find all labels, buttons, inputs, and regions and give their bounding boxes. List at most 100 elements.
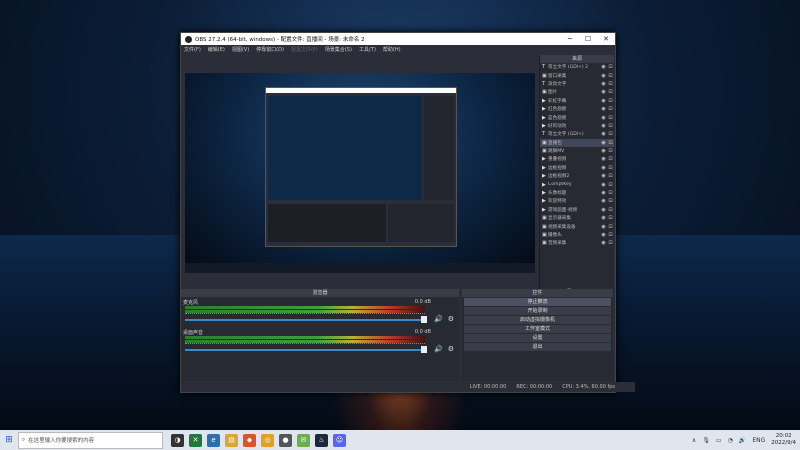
stop-streaming-button[interactable]: 停止推流 <box>464 298 611 306</box>
menu-file[interactable]: 文件(F) <box>184 46 201 53</box>
eye-icon[interactable]: ◉ <box>600 148 607 154</box>
eye-icon[interactable]: ◉ <box>600 190 607 196</box>
source-item[interactable]: ▣ 摄像头 ◉ ⊡ <box>540 231 614 239</box>
title-bar[interactable]: OBS 27.2.4 (64-bit, windows) - 配置文件: 直播间… <box>181 33 615 45</box>
windows-start-icon[interactable]: ⊞ <box>0 435 18 445</box>
lock-icon[interactable]: ⊡ <box>607 215 614 221</box>
eye-icon[interactable]: ◉ <box>600 64 607 70</box>
source-item[interactable]: ▶ 重叠视频 ◉ ⊡ <box>540 155 614 163</box>
maximize-button[interactable]: ☐ <box>579 35 597 43</box>
eye-icon[interactable]: ◉ <box>600 165 607 171</box>
source-item[interactable]: T 滚动文字 ◉ ⊡ <box>540 80 614 88</box>
steam-icon[interactable]: ♨ <box>315 433 328 447</box>
lock-icon[interactable]: ⊡ <box>607 165 614 171</box>
close-button[interactable]: ✕ <box>597 35 615 43</box>
menu-help[interactable]: 帮助(H) <box>383 46 401 53</box>
source-item[interactable]: ▣ 图片 ◉ ⊡ <box>540 88 614 96</box>
lock-icon[interactable]: ⊡ <box>607 81 614 87</box>
volume-slider-handle[interactable] <box>421 346 427 353</box>
lock-icon[interactable]: ⊡ <box>607 190 614 196</box>
source-item[interactable]: ▶ 边框视频2 ◉ ⊡ <box>540 172 614 180</box>
source-item[interactable]: ▶ 好的动效 ◉ ⊡ <box>540 122 614 130</box>
eye-icon[interactable]: ◉ <box>600 106 607 112</box>
menu-profile[interactable]: 配置文件(P) <box>291 46 318 53</box>
taskbar-search[interactable]: ⌕ 在这里输入你要搜索的内容 <box>18 431 163 449</box>
start-virtual-camera-button[interactable]: 启动虚拟摄像机 <box>464 316 611 324</box>
lock-icon[interactable]: ⊡ <box>607 207 614 213</box>
source-item[interactable]: T 等立文字 (GDI+) 2 ◉ ⊡ <box>540 63 614 71</box>
source-item[interactable]: ▣ 音频采集 ◉ ⊡ <box>540 239 614 247</box>
menu-view[interactable]: 视图(V) <box>232 46 249 53</box>
menu-docks[interactable]: 停靠窗口(D) <box>256 46 284 53</box>
lock-icon[interactable]: ⊡ <box>607 123 614 129</box>
source-item[interactable]: T 等立文字 (GDI+) ◉ ⊡ <box>540 130 614 138</box>
wechat-icon[interactable]: ✉ <box>297 433 310 447</box>
preview-canvas[interactable] <box>185 73 535 273</box>
menu-tools[interactable]: 工具(T) <box>359 46 376 53</box>
chrome-icon[interactable]: ◎ <box>261 433 274 447</box>
source-item[interactable]: ▶ 蓝色翅膀 ◉ ⊡ <box>540 113 614 121</box>
source-item[interactable]: ▶ 头像标题 ◉ ⊡ <box>540 189 614 197</box>
source-item[interactable]: ▶ 游戏画面-视频 ◉ ⊡ <box>540 206 614 214</box>
minimize-button[interactable]: ─ <box>561 35 579 43</box>
start-recording-button[interactable]: 开始录制 <box>464 307 611 315</box>
eye-icon[interactable]: ◉ <box>600 240 607 246</box>
lock-icon[interactable]: ⊡ <box>607 173 614 179</box>
speaker-icon[interactable]: 🔊 <box>434 315 443 323</box>
gear-icon[interactable]: ⚙ <box>448 315 454 323</box>
eye-icon[interactable]: ◉ <box>600 115 607 121</box>
tray-up-icon[interactable]: ∧ <box>692 437 696 444</box>
obs-window[interactable]: OBS 27.2.4 (64-bit, windows) - 配置文件: 直播间… <box>180 32 635 393</box>
lock-icon[interactable]: ⊡ <box>607 131 614 137</box>
lock-icon[interactable]: ⊡ <box>607 182 614 188</box>
edge-icon[interactable]: e <box>207 433 220 447</box>
eye-icon[interactable]: ◉ <box>600 156 607 162</box>
app-icon[interactable]: ◆ <box>243 433 256 447</box>
eye-icon[interactable]: ◉ <box>600 224 607 230</box>
lock-icon[interactable]: ⊡ <box>607 115 614 121</box>
obs-icon[interactable]: ● <box>279 433 292 447</box>
volume-slider-handle[interactable] <box>421 316 427 323</box>
discord-icon[interactable]: ☺ <box>333 433 346 447</box>
network-icon[interactable]: ◔ <box>728 437 733 444</box>
lock-icon[interactable]: ⊡ <box>607 64 614 70</box>
volume-slider[interactable] <box>185 319 425 321</box>
source-item[interactable]: ▶ 红色翅膀 ◉ ⊡ <box>540 105 614 113</box>
eye-icon[interactable]: ◉ <box>600 173 607 179</box>
source-item[interactable]: ▣ 窗口采集 ◉ ⊡ <box>540 71 614 79</box>
eye-icon[interactable]: ◉ <box>600 131 607 137</box>
lock-icon[interactable]: ⊡ <box>607 156 614 162</box>
clock[interactable]: 20:02 2022/9/4 <box>771 433 796 447</box>
input-language[interactable]: ENG <box>752 437 765 444</box>
lock-icon[interactable]: ⊡ <box>607 73 614 79</box>
eye-icon[interactable]: ◉ <box>600 232 607 238</box>
lock-icon[interactable]: ⊡ <box>607 148 614 154</box>
lock-icon[interactable]: ⊡ <box>607 240 614 246</box>
eye-icon[interactable]: ◉ <box>600 140 607 146</box>
eye-icon[interactable]: ◉ <box>600 73 607 79</box>
source-item[interactable]: ▶ 彩虹字幕 ◉ ⊡ <box>540 97 614 105</box>
source-item[interactable]: ▣ 显示器采集 ◉ ⊡ <box>540 214 614 222</box>
file-explorer-icon[interactable]: ▤ <box>225 433 238 447</box>
studio-mode-button[interactable]: 工作室模式 <box>464 325 611 333</box>
lock-icon[interactable]: ⊡ <box>607 140 614 146</box>
volume-slider[interactable] <box>185 349 425 351</box>
source-item[interactable]: ▶ 边框视频 ◉ ⊡ <box>540 164 614 172</box>
eye-icon[interactable]: ◉ <box>600 81 607 87</box>
menu-scene-collection[interactable]: 场景集合(S) <box>325 46 352 53</box>
lock-icon[interactable]: ⊡ <box>607 224 614 230</box>
eye-icon[interactable]: ◉ <box>600 215 607 221</box>
source-item[interactable]: ▣ 直播包 ◉ ⊡ <box>540 138 614 147</box>
lock-icon[interactable]: ⊡ <box>607 198 614 204</box>
volume-icon[interactable]: 🔊 <box>739 437 746 444</box>
mic-icon[interactable]: 🎙 <box>702 437 710 444</box>
exit-button[interactable]: 退出 <box>464 343 611 351</box>
eye-icon[interactable]: ◉ <box>600 123 607 129</box>
xbox-icon[interactable]: ✕ <box>189 433 202 447</box>
speaker-icon[interactable]: 🔊 <box>434 345 443 353</box>
source-item[interactable]: ▣ 跳舞MV ◉ ⊡ <box>540 147 614 155</box>
task-view-icon[interactable]: ◑ <box>171 433 184 447</box>
eye-icon[interactable]: ◉ <box>600 198 607 204</box>
source-item[interactable]: ▣ 视频采集设备 ◉ ⊡ <box>540 222 614 230</box>
lock-icon[interactable]: ⊡ <box>607 98 614 104</box>
